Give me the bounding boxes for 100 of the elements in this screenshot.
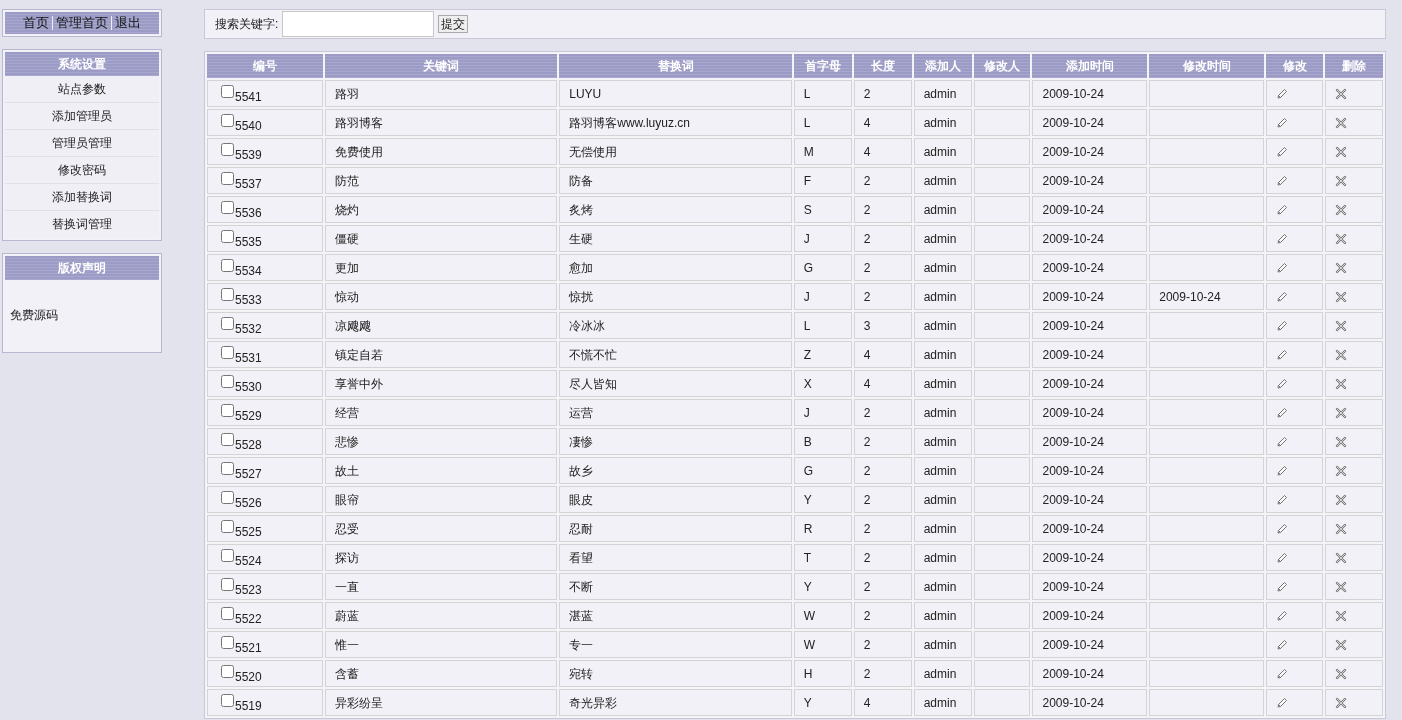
row-checkbox[interactable] xyxy=(221,84,234,98)
id-text: 5524 xyxy=(235,554,262,567)
pencil-icon[interactable] xyxy=(1276,262,1289,275)
delete-icon[interactable] xyxy=(1335,668,1347,681)
delete-icon[interactable] xyxy=(1335,146,1347,159)
delete-icon[interactable] xyxy=(1335,639,1347,652)
added-time-text: 2009-10-24 xyxy=(1042,579,1104,594)
added-time-text: 2009-10-24 xyxy=(1042,115,1104,130)
pencil-icon[interactable] xyxy=(1276,697,1289,710)
nav-link[interactable]: 首页 xyxy=(22,13,50,33)
pencil-icon[interactable] xyxy=(1276,378,1289,391)
length-text: 2 xyxy=(863,434,871,449)
row-checkbox[interactable] xyxy=(221,432,234,446)
nav-link[interactable]: 退出 xyxy=(114,13,142,33)
nav-link[interactable]: 管理首页 xyxy=(55,13,109,33)
row-checkbox[interactable] xyxy=(221,142,234,156)
delete-icon[interactable] xyxy=(1335,581,1347,594)
pencil-icon[interactable] xyxy=(1276,349,1289,362)
pencil-icon[interactable] xyxy=(1276,436,1289,449)
row-checkbox[interactable] xyxy=(221,519,234,533)
delete-icon[interactable] xyxy=(1335,610,1347,623)
row-checkbox[interactable] xyxy=(221,606,234,620)
row-checkbox[interactable] xyxy=(221,461,234,475)
row-checkbox[interactable] xyxy=(221,258,234,272)
row-checkbox[interactable] xyxy=(221,345,234,359)
row-checkbox[interactable] xyxy=(221,374,234,388)
delete-icon[interactable] xyxy=(1335,233,1347,246)
added-by-text: admin xyxy=(923,405,957,420)
pencil-icon[interactable] xyxy=(1276,146,1289,159)
added-by-text: admin xyxy=(923,347,957,362)
row-checkbox[interactable] xyxy=(221,316,234,330)
row-checkbox[interactable] xyxy=(221,113,234,127)
pencil-icon[interactable] xyxy=(1276,291,1289,304)
submit-button[interactable]: 提交 xyxy=(438,15,469,33)
delete-icon[interactable] xyxy=(1335,262,1347,275)
row-checkbox[interactable] xyxy=(221,664,234,678)
keyword-text: 探访 xyxy=(334,550,359,565)
pencil-icon[interactable] xyxy=(1276,552,1289,565)
pencil-icon[interactable] xyxy=(1276,639,1289,652)
pencil-icon[interactable] xyxy=(1276,407,1289,420)
delete-icon[interactable] xyxy=(1335,349,1347,362)
row-checkbox[interactable] xyxy=(221,200,234,214)
id-text: 5541 xyxy=(235,90,262,103)
length-text: 2 xyxy=(863,173,871,188)
initial-text: H xyxy=(803,666,813,681)
length-text: 2 xyxy=(863,289,871,304)
delete-icon[interactable] xyxy=(1335,407,1347,420)
pencil-icon[interactable] xyxy=(1276,581,1289,594)
pencil-icon[interactable] xyxy=(1276,175,1289,188)
added-by-text: admin xyxy=(923,289,957,304)
pencil-icon[interactable] xyxy=(1276,610,1289,623)
search-field[interactable] xyxy=(282,11,435,37)
keyword-text: 镇定自若 xyxy=(334,347,383,362)
id-text: 5539 xyxy=(235,148,262,161)
row-checkbox[interactable] xyxy=(221,287,234,301)
length-text: 2 xyxy=(863,492,871,507)
pencil-icon[interactable] xyxy=(1276,204,1289,217)
pencil-icon[interactable] xyxy=(1276,117,1289,130)
delete-icon[interactable] xyxy=(1335,494,1347,507)
id-text: 5528 xyxy=(235,438,262,451)
delete-icon[interactable] xyxy=(1335,465,1347,478)
pencil-icon[interactable] xyxy=(1276,88,1289,101)
length-text: 2 xyxy=(863,463,871,478)
delete-icon[interactable] xyxy=(1335,88,1347,101)
row-checkbox[interactable] xyxy=(221,635,234,649)
pencil-icon[interactable] xyxy=(1276,465,1289,478)
replacement-text: 惊扰 xyxy=(569,289,594,304)
row-checkbox[interactable] xyxy=(221,548,234,562)
delete-icon[interactable] xyxy=(1335,291,1347,304)
delete-icon[interactable] xyxy=(1335,320,1347,333)
row-checkbox[interactable] xyxy=(221,403,234,417)
row-checkbox[interactable] xyxy=(221,229,234,243)
row-checkbox[interactable] xyxy=(221,171,234,185)
delete-icon[interactable] xyxy=(1335,523,1347,536)
pencil-icon[interactable] xyxy=(1276,233,1289,246)
keyword-text: 故土 xyxy=(334,463,359,478)
pencil-icon[interactable] xyxy=(1276,320,1289,333)
row-checkbox[interactable] xyxy=(221,693,234,707)
row-checkbox[interactable] xyxy=(221,490,234,504)
pencil-icon[interactable] xyxy=(1276,523,1289,536)
initial-text: R xyxy=(803,521,813,536)
initial-text: Y xyxy=(803,492,812,507)
replacement-text: 无偿使用 xyxy=(569,144,618,159)
replacement-text: 防备 xyxy=(569,173,594,188)
delete-icon[interactable] xyxy=(1335,117,1347,130)
delete-icon[interactable] xyxy=(1335,204,1347,217)
delete-icon[interactable] xyxy=(1335,175,1347,188)
delete-icon[interactable] xyxy=(1335,436,1347,449)
pencil-icon[interactable] xyxy=(1276,494,1289,507)
row-checkbox[interactable] xyxy=(221,577,234,591)
id-text: 5529 xyxy=(235,409,262,422)
column-header: 首字母 xyxy=(793,54,852,78)
replacement-text: 专一 xyxy=(569,637,594,652)
delete-icon[interactable] xyxy=(1335,378,1347,391)
pencil-icon[interactable] xyxy=(1276,668,1289,681)
replacement-text: 宛转 xyxy=(569,666,594,681)
added-by-text: admin xyxy=(923,115,957,130)
delete-icon[interactable] xyxy=(1335,552,1347,565)
delete-icon[interactable] xyxy=(1335,697,1347,710)
keyword-text: 含蓄 xyxy=(334,666,359,681)
